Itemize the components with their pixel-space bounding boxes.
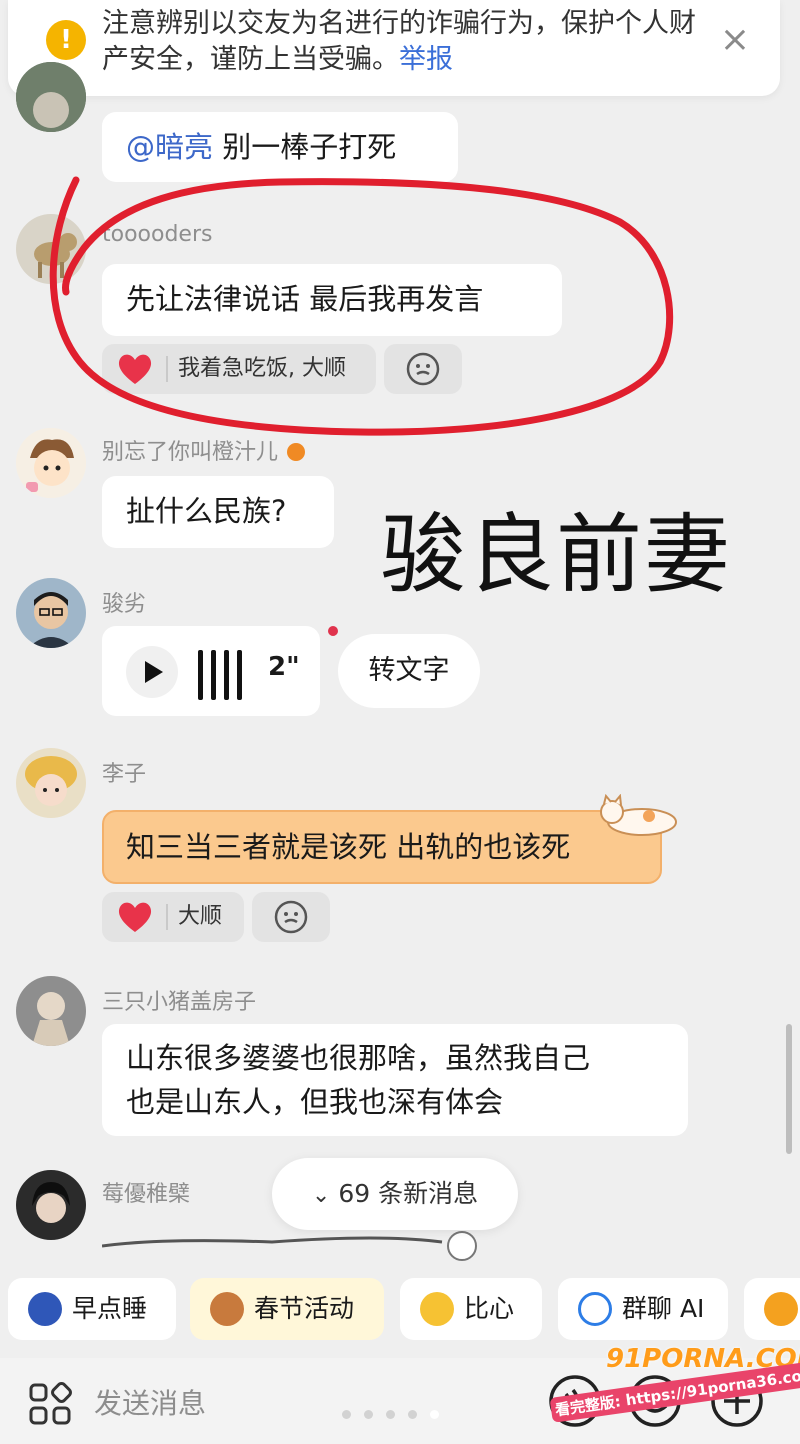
partial-sticker-icon	[102, 1231, 477, 1261]
message-text: 别一棒子打死	[222, 130, 397, 164]
chevron-down-icon: ⌄	[311, 1183, 331, 1208]
avatar-image	[16, 578, 86, 648]
watermark: 91PORNA.COM 看完整版: https://91porna36.com	[546, 1344, 800, 1430]
new-messages-count: 69 条新消息	[338, 1179, 479, 1208]
sender-name: 莓優稚檗	[102, 1182, 191, 1207]
close-icon[interactable]: ×	[720, 20, 750, 60]
sender-name-text: 别忘了你叫橙汁儿	[102, 440, 279, 465]
fraud-warning-banner: ! 注意辨别以交友为名进行的诈骗行为，保护个人财产安全，谨防上当受骗。举报 ×	[8, 0, 780, 96]
sender-name: 三只小猪盖房子	[102, 990, 257, 1015]
reaction-users: 大顺	[178, 904, 223, 929]
overlay-caption: 骏良前妻	[380, 505, 732, 605]
avatar-image	[16, 748, 86, 818]
page-indicator	[342, 1404, 452, 1423]
chip-spring-festival[interactable]: 春节活动	[190, 1278, 384, 1340]
quick-action-bar: 早点睡 春节活动 比心 群聊 AI	[0, 1278, 800, 1340]
chip-label: 早点睡	[72, 1294, 148, 1323]
message-bubble[interactable]: 知三当三者就是该死 出轨的也该死	[102, 810, 662, 884]
voice-duration: 2"	[268, 652, 300, 682]
reaction-divider	[166, 904, 168, 930]
moon-icon	[28, 1292, 62, 1326]
transcribe-button[interactable]: 转文字	[338, 634, 480, 708]
avatar[interactable]	[16, 748, 86, 818]
avatar[interactable]	[16, 578, 86, 648]
chip-label: 比心	[464, 1294, 515, 1323]
unread-dot	[328, 626, 338, 636]
avatar[interactable]	[16, 1170, 86, 1240]
sender-name: 骏劣	[102, 592, 147, 617]
avatar[interactable]	[16, 428, 86, 498]
chip-label: 群聊 AI	[622, 1294, 705, 1323]
avatar-image	[16, 976, 86, 1046]
duck-icon	[420, 1292, 454, 1326]
chip-more[interactable]	[744, 1278, 800, 1340]
message-bubble[interactable]: 山东很多婆婆也很那啥，虽然我自己 也是山东人，但我也深有体会	[102, 1024, 688, 1136]
message-bubble[interactable]: 扯什么民族?	[102, 476, 334, 548]
smiley-icon	[274, 900, 308, 934]
chip-heart-gesture[interactable]: 比心	[400, 1278, 542, 1340]
chip-sleep[interactable]: 早点睡	[8, 1278, 176, 1340]
avatar-image	[16, 428, 86, 498]
cat-sticker-icon	[600, 794, 677, 836]
emoji-icon	[764, 1292, 798, 1326]
apps-grid-icon[interactable]	[28, 1382, 72, 1426]
scrollbar[interactable]	[786, 1024, 792, 1154]
reaction-bar[interactable]: 大顺	[102, 892, 244, 942]
mention-tag[interactable]: @暗亮	[126, 130, 213, 164]
warning-text: 注意辨别以交友为名进行的诈骗行为，保护个人财产安全，谨防上当受骗。举报	[102, 6, 702, 78]
play-icon[interactable]	[126, 646, 178, 698]
heart-icon	[118, 902, 152, 932]
warning-icon: !	[46, 20, 86, 60]
avatar[interactable]	[16, 62, 86, 132]
add-reaction-button[interactable]	[252, 892, 330, 942]
report-link[interactable]: 举报	[399, 44, 453, 75]
sender-name: 别忘了你叫橙汁儿	[102, 434, 307, 466]
message-text-line: 山东很多婆婆也很那啥，虽然我自己	[126, 1041, 591, 1075]
avatar-image	[16, 62, 86, 132]
orange-icon	[287, 443, 306, 461]
message-input[interactable]: 发送消息	[94, 1382, 206, 1422]
avatar-image	[16, 1170, 86, 1240]
sender-name: 李子	[102, 762, 147, 787]
chip-label: 春节活动	[254, 1294, 355, 1323]
red-circle-annotation	[49, 176, 674, 436]
new-messages-pill[interactable]: ⌄ 69 条新消息	[272, 1158, 518, 1230]
voice-waveform-icon	[198, 650, 250, 704]
avatar[interactable]	[16, 976, 86, 1046]
chip-group-ai[interactable]: 群聊 AI	[558, 1278, 728, 1340]
voice-message[interactable]: 2"	[102, 626, 320, 716]
message-text-line: 也是山东人，但我也深有体会	[126, 1085, 504, 1119]
tiger-icon	[210, 1292, 244, 1326]
at-icon	[578, 1292, 612, 1326]
